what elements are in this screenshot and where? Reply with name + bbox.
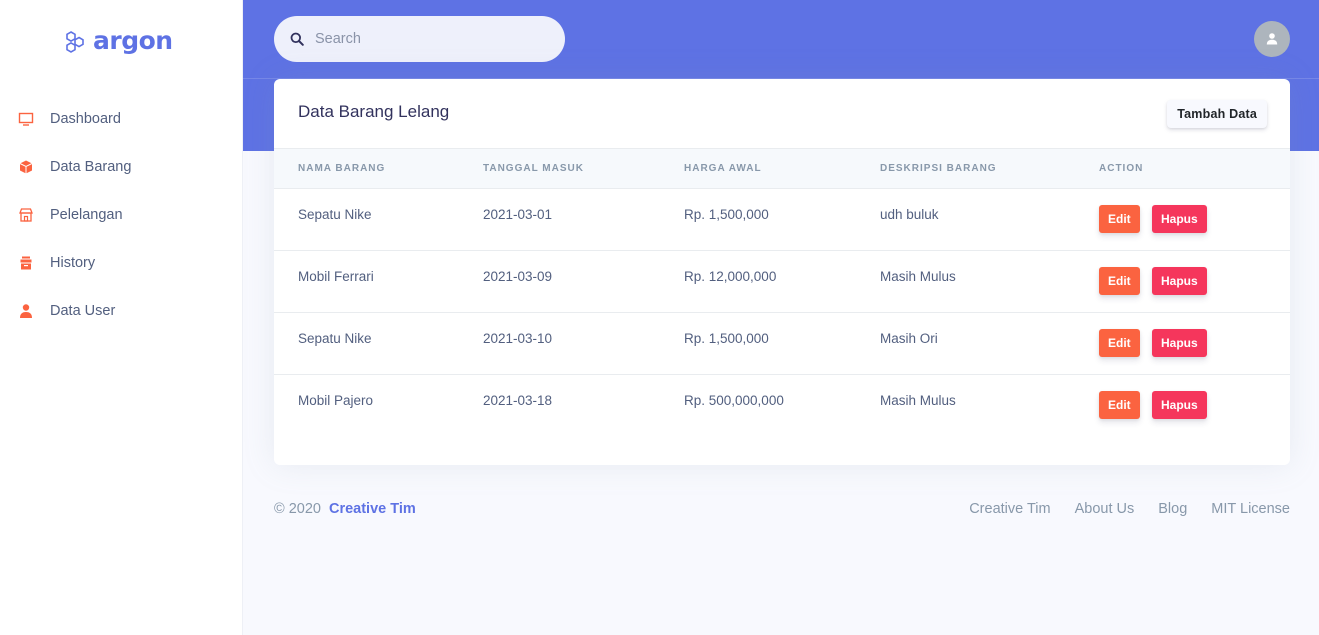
cell-tanggal: 2021-03-09 [483,269,553,284]
copyright-text: © 2020 [274,501,321,517]
cell-tanggal: 2021-03-10 [483,331,553,346]
cell-nama: Mobil Ferrari [298,269,374,284]
delete-button[interactable]: Hapus [1152,267,1207,295]
search-icon [290,32,304,46]
footer-link-blog[interactable]: Blog [1158,501,1187,517]
table-header: NAMA BARANG TANGGAL MASUK HARGA AWAL DES… [274,148,1290,189]
cell-deskripsi: udh buluk [880,207,939,222]
box-icon [18,159,34,175]
column-header-harga: HARGA AWAL [684,163,762,174]
column-header-deskripsi: DESKRIPSI BARANG [880,163,997,174]
monitor-icon [18,111,34,127]
avatar[interactable] [1254,21,1290,57]
sidebar-nav: Dashboard Data Barang Pelelangan History… [0,95,243,335]
footer-link-about-us[interactable]: About Us [1075,501,1135,517]
footer-copyright: © 2020 Creative Tim [274,501,416,517]
sidebar-item-data-barang[interactable]: Data Barang [0,143,243,191]
user-icon [18,303,34,319]
cell-nama: Mobil Pajero [298,393,374,408]
data-table-card: Data Barang Lelang Tambah Data NAMA BARA… [274,79,1290,465]
sidebar-item-dashboard[interactable]: Dashboard [0,95,243,143]
footer-link-license[interactable]: MIT License [1211,501,1290,517]
user-avatar-icon [1266,33,1278,45]
sidebar-item-history[interactable]: History [0,239,243,287]
edit-button[interactable]: Edit [1099,267,1140,295]
cell-harga: Rp. 12,000,000 [684,269,777,284]
column-header-nama: NAMA BARANG [298,163,386,174]
cell-harga: Rp. 1,500,000 [684,207,769,222]
shop-icon [18,207,34,223]
table-row: Mobil Ferrari 2021-03-09 Rp. 12,000,000 … [274,251,1290,313]
footer-nav: Creative Tim About Us Blog MIT License [969,501,1290,517]
delete-button[interactable]: Hapus [1152,205,1207,233]
brand-name: argon [93,25,173,55]
column-header-tanggal: TANGGAL MASUK [483,163,584,174]
brand-logo[interactable]: argon [63,26,173,58]
cell-nama: Sepatu Nike [298,207,372,222]
cell-harga: Rp. 1,500,000 [684,331,769,346]
sidebar-item-label: Data Barang [50,159,132,175]
add-data-button[interactable]: Tambah Data [1167,100,1267,128]
search-box[interactable] [274,16,565,62]
search-input[interactable] [315,31,535,47]
sidebar-item-label: Data User [50,303,116,319]
cell-tanggal: 2021-03-01 [483,207,553,222]
footer-link-creative-tim[interactable]: Creative Tim [969,501,1050,517]
card-title: Data Barang Lelang [298,102,450,121]
cell-harga: Rp. 500,000,000 [684,393,784,408]
sidebar-item-label: History [50,255,96,271]
table-row: Sepatu Nike 2021-03-10 Rp. 1,500,000 Mas… [274,313,1290,375]
edit-button[interactable]: Edit [1099,391,1140,419]
delete-button[interactable]: Hapus [1152,391,1207,419]
edit-button[interactable]: Edit [1099,205,1140,233]
sidebar-item-label: Dashboard [50,111,121,127]
sidebar-item-pelelangan[interactable]: Pelelangan [0,191,243,239]
column-header-action: ACTION [1099,163,1144,174]
sidebar-item-data-user[interactable]: Data User [0,287,243,335]
cell-deskripsi: Masih Mulus [880,269,956,284]
sidebar-item-label: Pelelangan [50,207,123,223]
cell-deskripsi: Masih Ori [880,331,938,346]
archive-icon [18,255,34,271]
table-row: Mobil Pajero 2021-03-18 Rp. 500,000,000 … [274,375,1290,437]
table-row: Sepatu Nike 2021-03-01 Rp. 1,500,000 udh… [274,189,1290,251]
cell-tanggal: 2021-03-18 [483,393,553,408]
cell-nama: Sepatu Nike [298,331,372,346]
delete-button[interactable]: Hapus [1152,329,1207,357]
edit-button[interactable]: Edit [1099,329,1140,357]
sidebar: argon Dashboard Data Barang Pelelangan H… [0,0,243,635]
cell-deskripsi: Masih Mulus [880,393,956,408]
footer-brand-link[interactable]: Creative Tim [329,501,416,517]
hexagon-cluster-icon [66,31,84,53]
